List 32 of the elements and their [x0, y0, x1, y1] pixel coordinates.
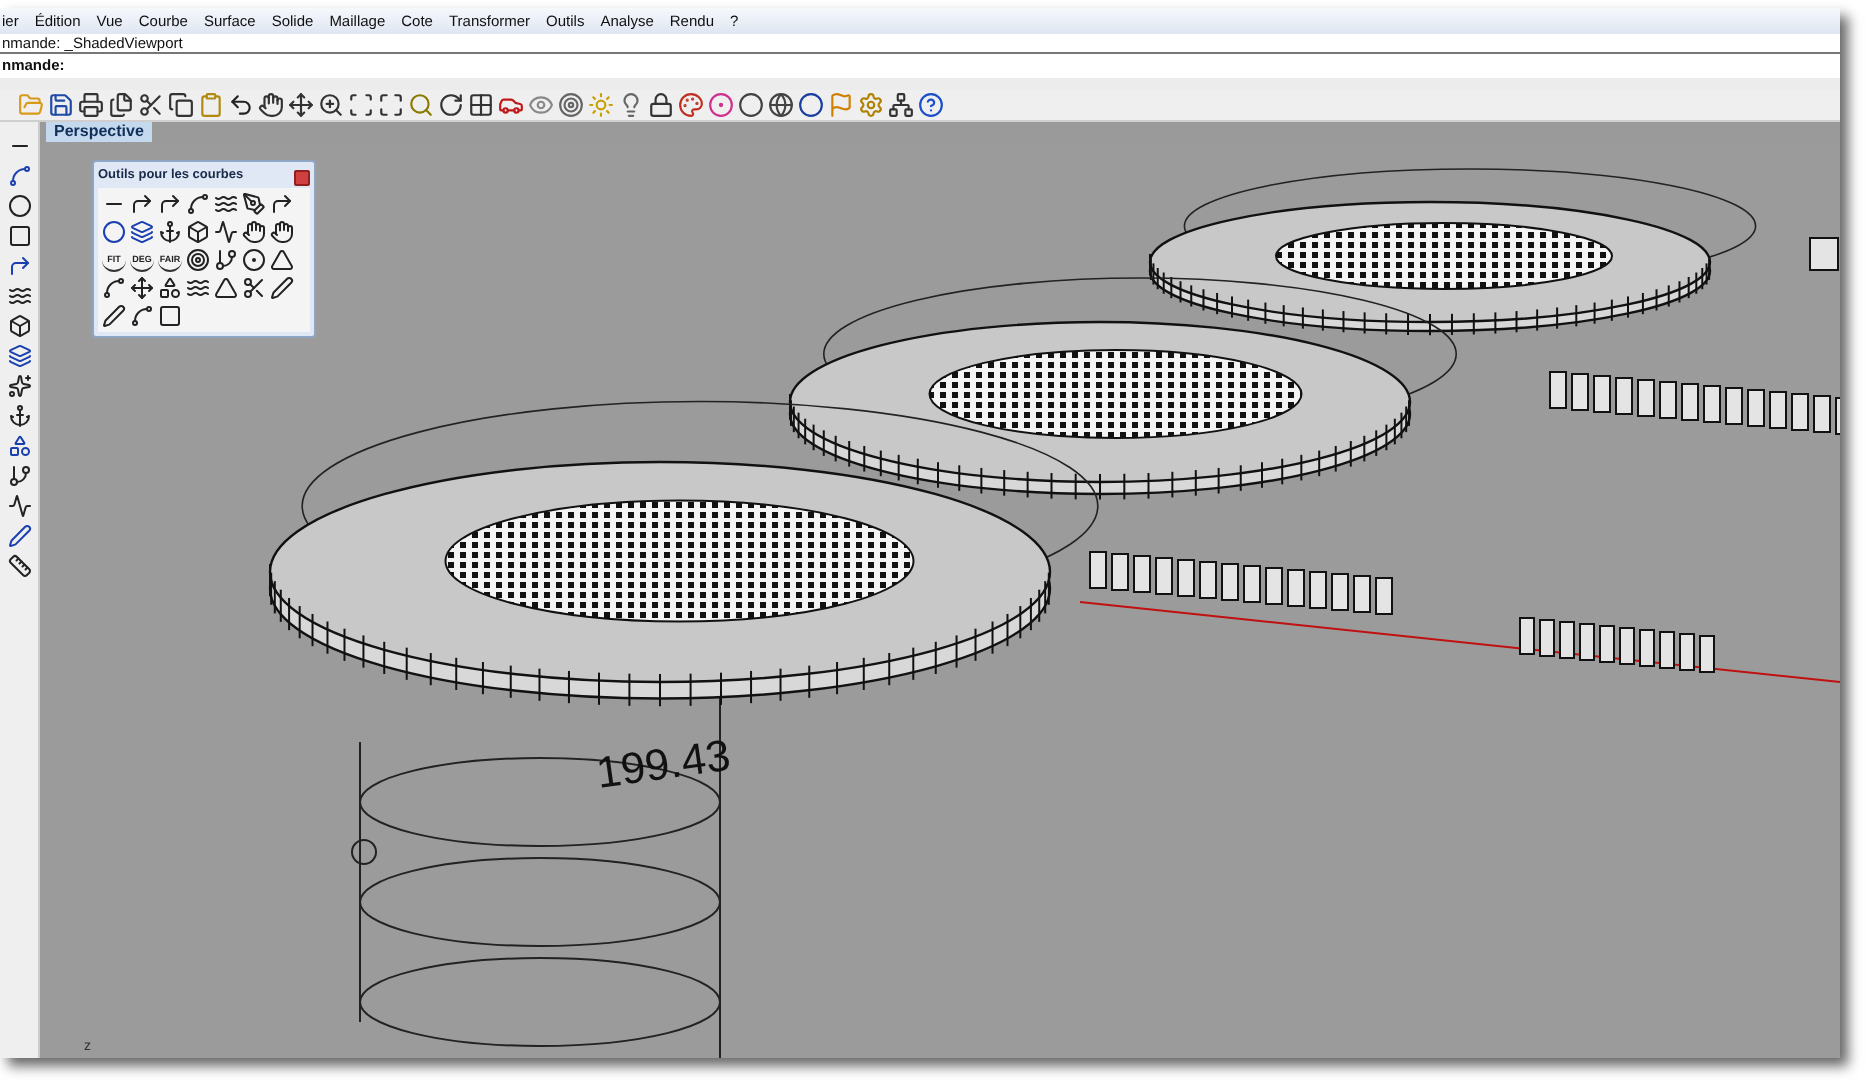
viewport-tab[interactable]: Perspective: [46, 122, 152, 142]
zoom-window-icon[interactable]: [347, 92, 373, 118]
zoom-icon[interactable]: [317, 92, 343, 118]
cut-icon[interactable]: [137, 92, 163, 118]
palette-icon[interactable]: [677, 92, 703, 118]
move-icon[interactable]: [287, 92, 313, 118]
close-icon[interactable]: [294, 169, 310, 185]
lock-icon[interactable]: [647, 92, 673, 118]
help-icon[interactable]: [917, 92, 943, 118]
zoom-extents-icon[interactable]: [377, 92, 403, 118]
printer-icon[interactable]: [77, 92, 103, 118]
circle-icon[interactable]: [7, 194, 31, 218]
save-icon[interactable]: [47, 92, 73, 118]
search-icon[interactable]: [407, 92, 433, 118]
copy-icon[interactable]: [167, 92, 193, 118]
undo-icon[interactable]: [227, 92, 253, 118]
lightbulb-icon[interactable]: [617, 92, 643, 118]
globe-icon[interactable]: [767, 92, 793, 118]
grid-icon[interactable]: [467, 92, 493, 118]
hand-icon[interactable]: [257, 92, 283, 118]
rotate-icon[interactable]: [437, 92, 463, 118]
edit-icon[interactable]: [7, 524, 31, 548]
dimension-label: 199.43: [593, 729, 734, 798]
solid-icon[interactable]: [7, 314, 31, 338]
network-icon[interactable]: [887, 92, 913, 118]
rectangle-icon[interactable]: [7, 224, 31, 248]
curve-icon[interactable]: [7, 164, 31, 188]
eye-icon[interactable]: [527, 92, 553, 118]
ruler-icon[interactable]: [7, 554, 31, 578]
target-icon[interactable]: [557, 92, 583, 118]
new-document-icon[interactable]: [107, 92, 133, 118]
branch-icon[interactable]: [7, 464, 31, 488]
